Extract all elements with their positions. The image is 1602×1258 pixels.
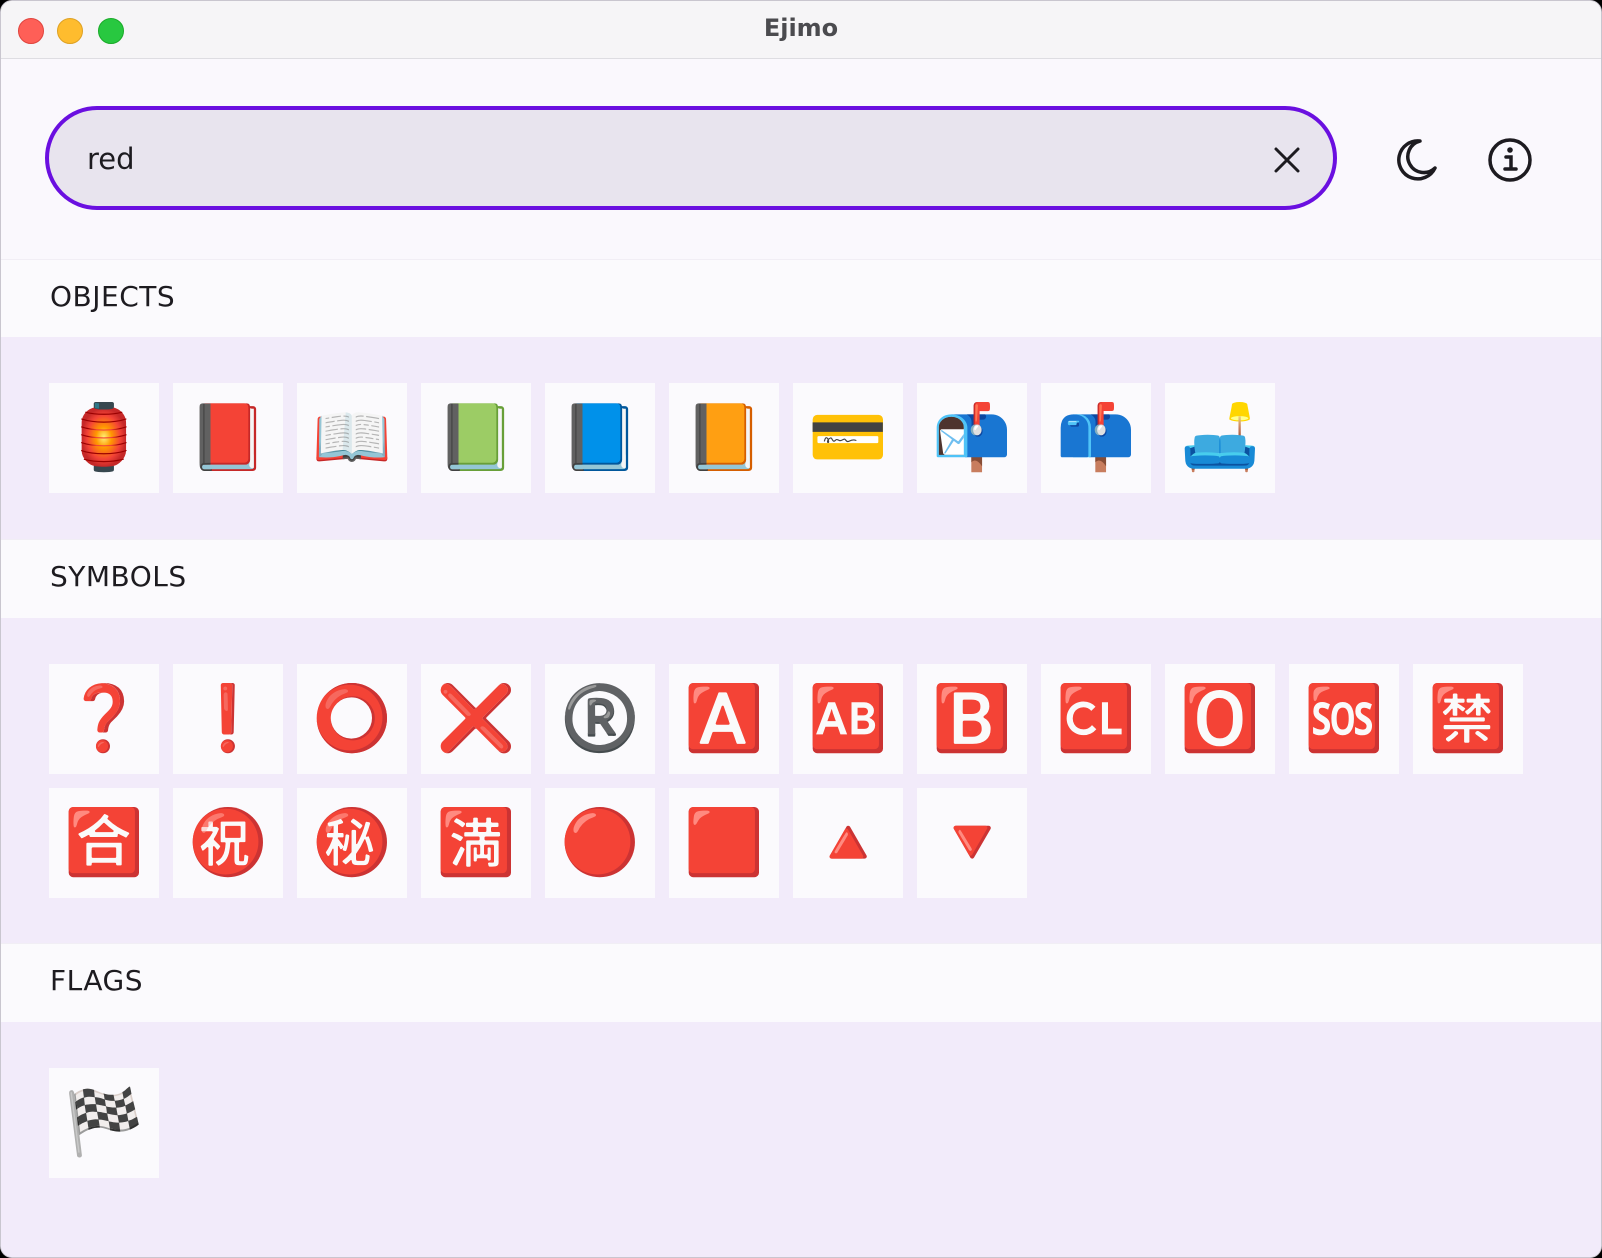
emoji-tile[interactable]: ㊗️ <box>173 788 283 898</box>
section-grid-flags: 🏁 <box>1 1022 1601 1257</box>
emoji-tile[interactable]: 🛋️ <box>1165 383 1275 493</box>
emoji-tile[interactable]: 🔴 <box>545 788 655 898</box>
emoji-tile[interactable]: ㊙️ <box>297 788 407 898</box>
theme-toggle-button[interactable] <box>1390 135 1440 185</box>
emoji-tile[interactable]: 🆘 <box>1289 664 1399 774</box>
emoji-tile[interactable]: 🆑 <box>1041 664 1151 774</box>
emoji-tile[interactable]: 🔺 <box>793 788 903 898</box>
emoji-tile[interactable]: ⭕ <box>297 664 407 774</box>
app-window: Ejimo OBJECTS 🏮 📕 📖 📗 📘 📙 💳 📬 <box>0 0 1602 1258</box>
clear-search-button[interactable] <box>1267 140 1307 180</box>
section-grid-symbols: ❓ ❗ ⭕ ❌ ®️ 🅰️ 🆎 🅱️ 🆑 🅾️ 🆘 🈲 🈴 ㊗️ ㊙️ 🈵 🔴 … <box>1 618 1601 943</box>
emoji-tile[interactable]: 🟥 <box>669 788 779 898</box>
section-title: OBJECTS <box>50 280 176 313</box>
emoji-tile[interactable]: ❓ <box>49 664 159 774</box>
emoji-tile[interactable]: ®️ <box>545 664 655 774</box>
emoji-tile[interactable]: 📗 <box>421 383 531 493</box>
emoji-tile[interactable]: 🅱️ <box>917 664 1027 774</box>
section-grid-objects: 🏮 📕 📖 📗 📘 📙 💳 📬 📫 🛋️ <box>1 337 1601 539</box>
section-title: SYMBOLS <box>50 560 187 593</box>
emoji-tile[interactable]: 📘 <box>545 383 655 493</box>
section-header-symbols: SYMBOLS <box>1 539 1601 619</box>
emoji-tile[interactable]: 🆎 <box>793 664 903 774</box>
emoji-tile[interactable]: 🈵 <box>421 788 531 898</box>
emoji-tile[interactable]: 📫 <box>1041 383 1151 493</box>
section-header-objects: OBJECTS <box>1 259 1601 338</box>
emoji-tile[interactable]: 🏮 <box>49 383 159 493</box>
section-title: FLAGS <box>50 964 143 997</box>
emoji-tile[interactable]: 🔻 <box>917 788 1027 898</box>
section-header-flags: FLAGS <box>1 943 1601 1023</box>
emoji-tile[interactable]: 🈲 <box>1413 664 1523 774</box>
search-input[interactable] <box>85 132 1189 186</box>
emoji-tile[interactable]: ❌ <box>421 664 531 774</box>
emoji-tile[interactable]: ❗ <box>173 664 283 774</box>
info-icon <box>1488 138 1532 182</box>
close-icon <box>1274 147 1300 173</box>
emoji-tile[interactable]: 🅾️ <box>1165 664 1275 774</box>
emoji-tile[interactable]: 📕 <box>173 383 283 493</box>
emoji-tile[interactable]: 📙 <box>669 383 779 493</box>
emoji-tile[interactable]: 🅰️ <box>669 664 779 774</box>
title-bar: Ejimo <box>1 1 1601 59</box>
emoji-tile[interactable]: 🈴 <box>49 788 159 898</box>
emoji-tile[interactable]: 📬 <box>917 383 1027 493</box>
window-title: Ejimo <box>763 14 839 42</box>
emoji-tile[interactable]: 🏁 <box>49 1068 159 1178</box>
emoji-tile[interactable]: 💳 <box>793 383 903 493</box>
moon-icon <box>1397 139 1437 181</box>
emoji-tile[interactable]: 📖 <box>297 383 407 493</box>
search-bar <box>45 106 1337 210</box>
info-button[interactable] <box>1485 135 1535 185</box>
